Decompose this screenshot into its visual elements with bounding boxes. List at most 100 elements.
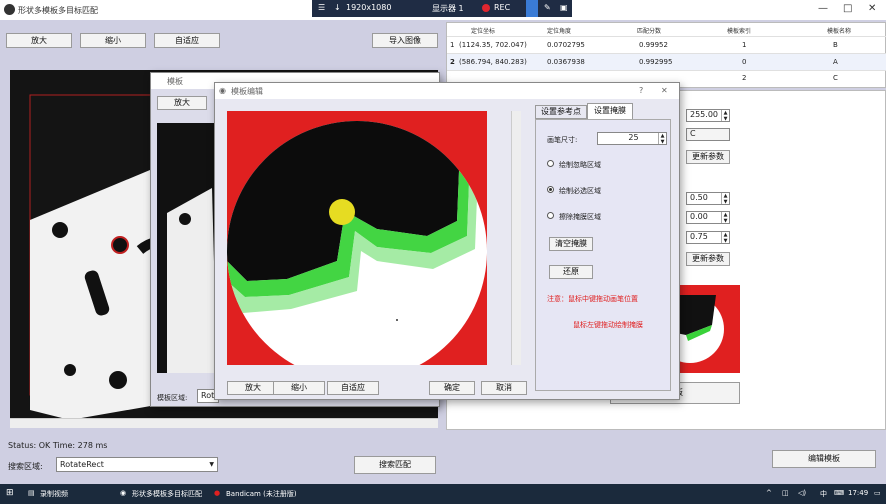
param-spinbox-5[interactable]: 0.75 ▲ ▼: [686, 231, 730, 244]
search-region-select[interactable]: RotateRect ▼: [56, 457, 218, 472]
note-left-drag: 鼠标左键拖动绘制掩膜: [573, 321, 643, 329]
taskbar-app-bandicam[interactable]: Bandicam (未注册版): [226, 489, 297, 499]
bandicam-icon[interactable]: ●: [214, 489, 220, 497]
edit-template-button[interactable]: 编辑模板: [772, 450, 876, 468]
help-button[interactable]: ?: [639, 86, 643, 95]
editor-close-button[interactable]: ✕: [661, 86, 668, 95]
spin-arrows-icon[interactable]: ▲ ▼: [721, 212, 729, 224]
cell-angle: 0.0367938: [547, 58, 585, 66]
resolution-label: 1920x1080: [346, 3, 392, 12]
maximize-button[interactable]: □: [843, 3, 852, 14]
search-region-value: RotateRect: [60, 460, 104, 469]
rec-label[interactable]: REC: [494, 3, 510, 12]
editor-title: 模板编辑: [231, 87, 263, 96]
chevron-down-icon: ▼: [209, 461, 214, 468]
radio-erase-mask-label[interactable]: 擦除掩膜区域: [559, 212, 601, 222]
param-value-2: C: [690, 129, 696, 138]
cell-angle: 0.0702795: [547, 41, 585, 49]
update-params-button-1[interactable]: 更新参数: [686, 150, 730, 164]
pin-icon[interactable]: ↓: [334, 3, 341, 12]
zoom-in-button[interactable]: 放大: [6, 33, 72, 48]
table-row[interactable]: 2 (586.794, 840.283) 0.0367938 0.992995 …: [447, 54, 886, 70]
update-params-button-2[interactable]: 更新参数: [686, 252, 730, 266]
spin-arrows-icon[interactable]: ▲ ▼: [721, 193, 729, 205]
cell-name: B: [833, 41, 838, 49]
menu-icon[interactable]: ☰: [318, 3, 325, 12]
search-match-button[interactable]: 搜索匹配: [354, 456, 436, 474]
template-editor-dialog: ◉ 模板编辑 ? ✕ 设置参考点 设置掩膜 画笔尺寸: 25 ▲ ▼ 绘制忽略区…: [214, 82, 680, 400]
mask-tab-panel: [535, 119, 671, 391]
taskbar: ⊞ ▤ 录制视频 ◉ 形状多模板多目标匹配 ● Bandicam (未注册版) …: [0, 484, 886, 504]
mask-canvas[interactable]: [227, 111, 487, 365]
cancel-button[interactable]: 取消: [481, 381, 527, 395]
keyboard-icon[interactable]: ⌨: [834, 489, 844, 497]
window-title: 形状多模板多目标匹配: [18, 6, 98, 15]
editor-titlebar: ◉ 模板编辑 ? ✕: [215, 83, 679, 99]
param-spinbox-3[interactable]: 0.50 ▲ ▼: [686, 192, 730, 205]
tray-up-icon[interactable]: ^: [766, 489, 772, 497]
clear-mask-button[interactable]: 清空掩膜: [549, 237, 593, 251]
radio-draw-required[interactable]: [547, 186, 554, 193]
tab-set-reference[interactable]: 设置参考点: [535, 105, 587, 119]
col-header-index[interactable]: 模板索引: [727, 26, 751, 35]
editor-zoom-in-button[interactable]: 放大: [227, 381, 279, 395]
editor-app-icon: ◉: [219, 86, 226, 95]
taskbar-app-record[interactable]: 录制视频: [40, 489, 68, 499]
app-icon: [4, 4, 15, 15]
param-value-4: 0.00: [690, 212, 708, 221]
note-middle-drag: 注意：鼠标中键拖动画笔位置: [547, 295, 638, 303]
col-header-name[interactable]: 模板名称: [827, 26, 851, 35]
col-header-coord[interactable]: 定位坐标: [471, 26, 495, 35]
cell-index: 1: [742, 41, 747, 49]
editor-zoom-out-button[interactable]: 缩小: [273, 381, 325, 395]
taskbar-app-matcher[interactable]: 形状多模板多目标匹配: [132, 489, 202, 499]
cell-name: C: [833, 74, 838, 82]
brush-size-spinbox[interactable]: 25 ▲ ▼: [597, 132, 667, 145]
fit-button[interactable]: 自适应: [154, 33, 220, 48]
minimize-button[interactable]: —: [818, 3, 828, 14]
radio-draw-ignore-label[interactable]: 绘制忽略区域: [559, 160, 601, 170]
volume-icon[interactable]: ◁): [798, 489, 806, 497]
spin-arrows-icon[interactable]: ▲ ▼: [721, 110, 729, 122]
template-zoom-in-button[interactable]: 放大: [157, 96, 207, 110]
row-number: 2: [450, 58, 455, 66]
zoom-out-button[interactable]: 缩小: [80, 33, 146, 48]
param-value-5: 0.75: [690, 232, 708, 241]
param-spinbox-4[interactable]: 0.00 ▲ ▼: [686, 211, 730, 224]
param-field-2[interactable]: C: [686, 128, 730, 141]
template-region-label: 模板区域:: [157, 394, 188, 402]
pen-icon[interactable]: ✎: [544, 3, 551, 12]
notification-icon[interactable]: ▭: [874, 489, 881, 497]
clock-time[interactable]: 17:49: [848, 489, 868, 497]
canvas-vscrollbar[interactable]: [511, 111, 521, 365]
spin-arrows-icon[interactable]: ▲ ▼: [721, 232, 729, 244]
editor-fit-button[interactable]: 自适应: [327, 381, 379, 395]
import-image-button[interactable]: 导入图像: [372, 33, 438, 48]
template-window-image: [157, 123, 217, 373]
main-hscrollbar[interactable]: [10, 418, 438, 428]
network-icon[interactable]: ◫: [782, 489, 789, 497]
camera-icon[interactable]: ▣: [560, 3, 568, 12]
cursor-icon[interactable]: [526, 0, 538, 17]
cell-index: 2: [742, 74, 747, 82]
close-button[interactable]: ✕: [868, 3, 876, 14]
tab-set-mask[interactable]: 设置掩膜: [587, 103, 633, 119]
param-spinbox-1[interactable]: 255.00 ▲ ▼: [686, 109, 730, 122]
col-header-score[interactable]: 匹配分数: [637, 26, 661, 35]
recorder-bar: ☰ ↓ 1920x1080 显示器 1 REC ✎ ▣: [312, 0, 572, 17]
template-thumb-canvas: [676, 295, 724, 363]
record-dot-icon: [482, 4, 490, 14]
start-icon[interactable]: ⊞: [6, 488, 14, 498]
spin-arrows-icon[interactable]: ▲ ▼: [658, 133, 666, 145]
radio-erase-mask[interactable]: [547, 212, 554, 219]
ime-indicator[interactable]: 中: [820, 489, 827, 499]
taskbar-app-icon[interactable]: ◉: [120, 489, 126, 497]
folder-icon[interactable]: ▤: [28, 489, 35, 497]
radio-draw-ignore[interactable]: [547, 160, 554, 167]
cell-name: A: [833, 58, 838, 66]
radio-draw-required-label[interactable]: 绘制必选区域: [559, 186, 601, 196]
col-header-angle[interactable]: 定位角度: [547, 26, 571, 35]
ok-button[interactable]: 确定: [429, 381, 475, 395]
results-table: 定位坐标 定位角度 匹配分数 模板索引 模板名称 1 (1124.35, 702…: [446, 22, 886, 88]
restore-button[interactable]: 还原: [549, 265, 593, 279]
